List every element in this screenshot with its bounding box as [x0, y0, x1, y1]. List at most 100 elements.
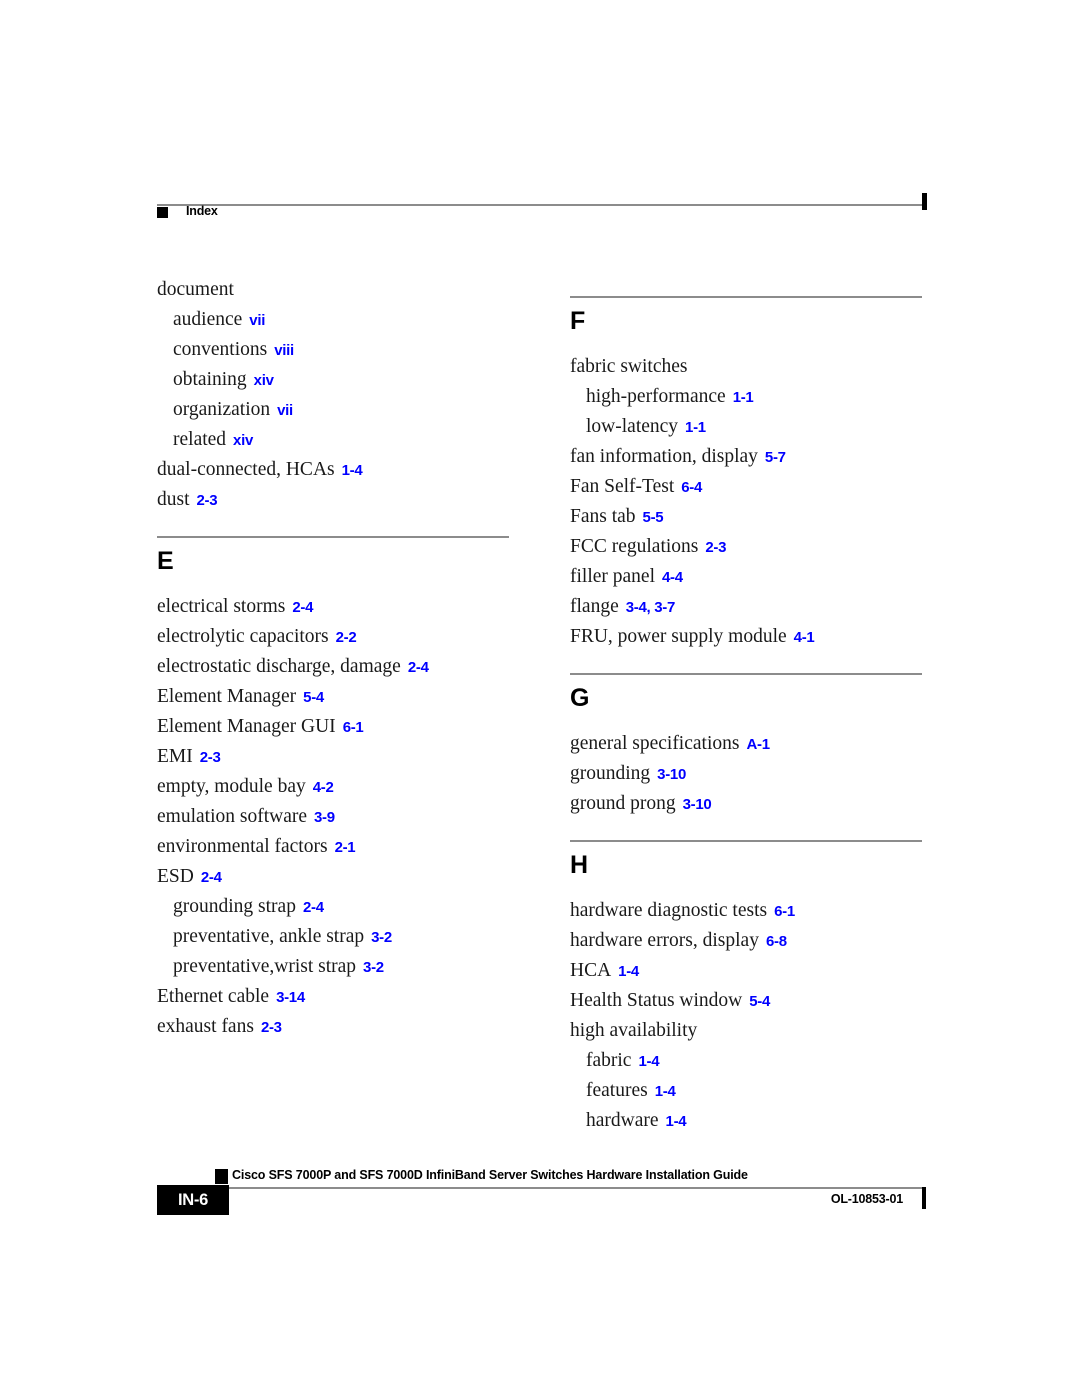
footer-rule	[215, 1187, 925, 1189]
index-entry: EMI 2-3	[157, 742, 509, 772]
footer-rule-tick	[922, 1187, 926, 1209]
index-entry-term: filler panel	[570, 566, 655, 587]
index-entry-page-numbers[interactable]: 6-1	[767, 903, 795, 920]
index-section: Hhardware diagnostic tests 6-1 hardware er…	[570, 840, 922, 1136]
section-letter-heading: F	[570, 307, 586, 335]
index-entry: Element Manager 5-4	[157, 682, 509, 712]
index-entry-term: high availability	[570, 1020, 698, 1041]
footer-document-title: Cisco SFS 7000P and SFS 7000D InfiniBand…	[232, 1168, 748, 1182]
index-entry-page-numbers[interactable]: 1-4	[648, 1083, 676, 1100]
index-entry-term: general specifications	[570, 733, 740, 754]
index-entry-term: low-latency	[586, 416, 679, 437]
index-entry-page-numbers[interactable]: 5-4	[296, 689, 324, 706]
index-entry-page-numbers[interactable]: 3-9	[307, 809, 335, 826]
index-entry-term: ESD	[157, 866, 194, 887]
index-entry-term: hardware errors, display	[570, 930, 759, 951]
index-entry-term: fan information, display	[570, 446, 758, 467]
index-entry-term: dual-connected, HCAs	[157, 459, 335, 480]
index-entry-term: hardware	[586, 1110, 659, 1131]
index-entry-page-numbers[interactable]: 6-1	[336, 719, 364, 736]
index-entry-page-numbers[interactable]: 5-5	[636, 509, 664, 526]
index-entry-page-numbers[interactable]: 2-3	[254, 1019, 282, 1036]
index-entry-page-numbers[interactable]: 2-1	[328, 839, 356, 856]
index-entry: general specifications A-1	[570, 729, 922, 759]
index-entry-page-numbers[interactable]: 3-10	[650, 766, 686, 783]
index-entry: high availability	[570, 1016, 922, 1046]
index-entry-page-numbers[interactable]: 2-4	[296, 899, 324, 916]
index-entry: features 1-4	[570, 1076, 922, 1106]
index-entry-page-numbers[interactable]: 2-2	[329, 629, 357, 646]
index-entry-term: ground prong	[570, 793, 676, 814]
index-entry: Health Status window 5-4	[570, 986, 922, 1016]
index-entry-page-numbers[interactable]: 3-14	[269, 989, 305, 1006]
index-entry-page-numbers[interactable]: 3-10	[676, 796, 712, 813]
section-divider	[570, 673, 922, 675]
index-entry-page-numbers[interactable]: 3-2	[356, 959, 384, 976]
index-entry-page-numbers[interactable]: 4-4	[655, 569, 683, 586]
index-entry-page-numbers[interactable]: 2-4	[194, 869, 222, 886]
section-letter-heading: H	[570, 851, 589, 879]
index-entry-term: electrostatic discharge, damage	[157, 656, 401, 677]
index-entry-page-numbers[interactable]: 2-4	[285, 599, 313, 616]
index-entry-term: electrolytic capacitors	[157, 626, 329, 647]
index-section: Eelectrical storms 2-4 electrolytic capaci…	[157, 536, 509, 1042]
index-entry-list: general specifications A-1 grounding 3-10 gr…	[570, 729, 922, 819]
section-letter-heading: G	[570, 684, 590, 712]
index-entry: Element Manager GUI 6-1	[157, 712, 509, 742]
index-entry: Ethernet cable 3-14	[157, 982, 509, 1012]
index-entry-term: FCC regulations	[570, 536, 699, 557]
index-entry: organization vii	[157, 395, 509, 425]
index-entry-page-numbers[interactable]: xiv	[247, 372, 274, 389]
index-entry-page-numbers[interactable]: 3-2	[364, 929, 392, 946]
index-entry-page-numbers[interactable]: xiv	[226, 432, 253, 449]
index-entry-term: dust	[157, 489, 190, 510]
index-entry: electrolytic capacitors 2-2	[157, 622, 509, 652]
index-entry-term: exhaust fans	[157, 1016, 254, 1037]
index-entry-page-numbers[interactable]: vii	[242, 312, 265, 329]
index-entry-page-numbers[interactable]: 6-4	[674, 479, 702, 496]
index-entry-term: high-performance	[586, 386, 726, 407]
index-entry-page-numbers[interactable]: 2-4	[401, 659, 429, 676]
index-entry: conventions viii	[157, 335, 509, 365]
index-entry-page-numbers[interactable]: 1-4	[335, 462, 363, 479]
index-entry: fabric switches	[570, 352, 922, 382]
index-entry-term: audience	[173, 309, 243, 330]
index-entry-term: related	[173, 429, 227, 450]
index-section: document audience vii conventions viii obtain…	[157, 275, 509, 515]
index-entry: fan information, display 5-7	[570, 442, 922, 472]
section-letter-heading: E	[157, 547, 174, 575]
index-entry-page-numbers[interactable]: 4-2	[306, 779, 334, 796]
index-entry-page-numbers[interactable]: 6-8	[759, 933, 787, 950]
index-entry-term: electrical storms	[157, 596, 286, 617]
index-entry-page-numbers[interactable]: 5-4	[742, 993, 770, 1010]
index-entry-term: document	[157, 279, 234, 300]
footer-page-number: IN-6	[178, 1191, 208, 1209]
index-entry-page-numbers[interactable]: 2-3	[698, 539, 726, 556]
index-section: Ffabric switches high-performance 1-1 low-l…	[570, 296, 922, 652]
index-entry-page-numbers[interactable]: vii	[270, 402, 293, 419]
index-entry-page-numbers[interactable]: 2-3	[193, 749, 221, 766]
index-entry-page-numbers[interactable]: 3-4, 3-7	[619, 599, 676, 616]
index-entry-term: grounding strap	[173, 896, 296, 917]
index-entry: environmental factors 2-1	[157, 832, 509, 862]
index-entry-page-numbers[interactable]: A-1	[739, 736, 770, 753]
index-entry-page-numbers[interactable]: 2-3	[190, 492, 218, 509]
index-entry: dual-connected, HCAs 1-4	[157, 455, 509, 485]
index-entry-page-numbers[interactable]: 5-7	[758, 449, 786, 466]
index-entry: flange 3-4, 3-7	[570, 592, 922, 622]
index-entry: hardware errors, display 6-8	[570, 926, 922, 956]
index-entry: electrostatic discharge, damage 2-4	[157, 652, 509, 682]
footer-bullet-square-icon	[215, 1169, 228, 1184]
index-entry-page-numbers[interactable]: 1-4	[631, 1053, 659, 1070]
index-entry-page-numbers[interactable]: 4-1	[787, 629, 815, 646]
page-footer: Cisco SFS 7000P and SFS 7000D InfiniBand…	[157, 1168, 926, 1228]
index-entry-page-numbers[interactable]: 1-1	[726, 389, 754, 406]
index-entry-term: Element Manager	[157, 686, 297, 707]
index-entry-page-numbers[interactable]: viii	[267, 342, 294, 359]
index-entry-page-numbers[interactable]: 1-4	[659, 1113, 687, 1130]
index-entry: FRU, power supply module 4-1	[570, 622, 922, 652]
section-divider	[157, 536, 509, 538]
index-entry-page-numbers[interactable]: 1-1	[678, 419, 706, 436]
index-entry-term: empty, module bay	[157, 776, 306, 797]
index-entry-page-numbers[interactable]: 1-4	[611, 963, 639, 980]
